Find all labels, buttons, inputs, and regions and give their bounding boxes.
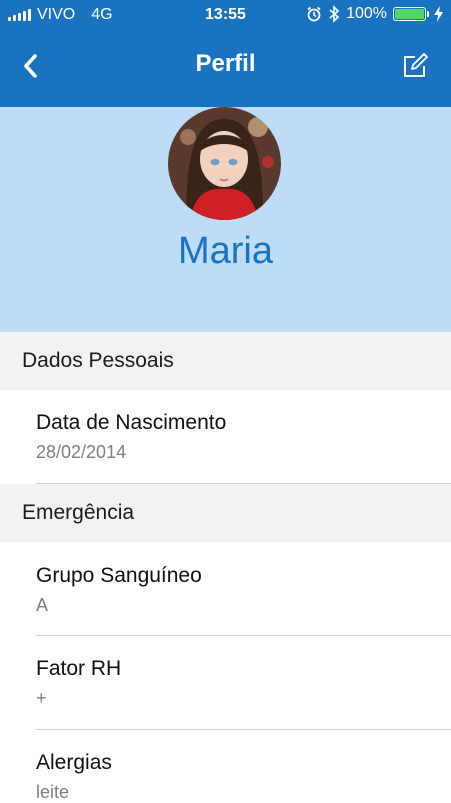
avatar-photo xyxy=(168,107,281,220)
row-value: + xyxy=(36,688,47,708)
battery-percent: 100% xyxy=(346,5,387,22)
list-item-alergias[interactable]: Alergias leite xyxy=(0,730,451,802)
list-item-data-nascimento[interactable]: Data de Nascimento 28/02/2014 xyxy=(0,390,451,483)
edit-icon[interactable] xyxy=(401,52,429,80)
profile-header: Maria xyxy=(0,107,451,332)
status-right: 100% xyxy=(306,5,443,23)
charging-bolt-icon xyxy=(434,6,443,22)
list-item-fator-rh[interactable]: Fator RH + xyxy=(0,636,451,729)
battery-icon xyxy=(393,7,429,21)
status-bar: VIVO 4G 13:55 100% xyxy=(0,0,451,30)
section-header-emergencia: Emergência xyxy=(0,484,451,542)
row-label: Fator RH xyxy=(36,657,122,680)
alarm-icon xyxy=(307,6,321,22)
row-value: 28/02/2014 xyxy=(36,442,127,462)
row-value: A xyxy=(36,595,49,615)
row-label: Data de Nascimento xyxy=(36,411,227,434)
row-label: Alergias xyxy=(36,751,112,774)
list-item-grupo-sanguineo[interactable]: Grupo Sanguíneo A xyxy=(0,542,451,635)
page-title: Perfil xyxy=(195,50,256,77)
profile-name: Maria xyxy=(177,230,274,272)
nav-bar: Perfil xyxy=(0,30,451,107)
battery-fill xyxy=(395,9,424,19)
bluetooth-icon xyxy=(329,5,340,23)
section-header-dados-pessoais: Dados Pessoais xyxy=(0,332,451,390)
avatar[interactable] xyxy=(168,107,281,220)
row-label: Grupo Sanguíneo xyxy=(36,564,202,587)
